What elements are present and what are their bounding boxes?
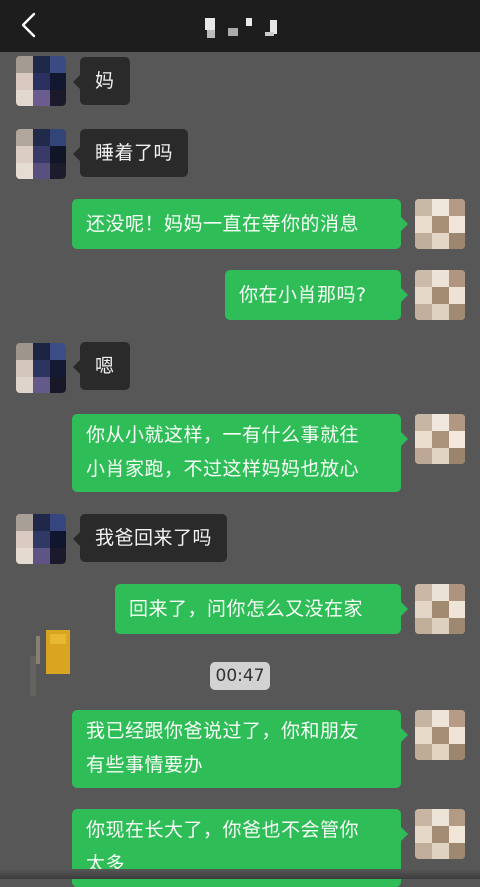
contact-name-obscured[interactable] [180, 16, 300, 40]
incoming-message[interactable]: 睡着了吗 [72, 129, 189, 177]
incoming-message[interactable]: 妈 [73, 57, 130, 105]
message-timestamp: 00:47 [210, 662, 270, 690]
outgoing-message[interactable]: 回来了，问你怎么又没在家 [115, 584, 408, 634]
my-avatar[interactable] [415, 199, 465, 249]
sticker-image[interactable] [30, 628, 75, 708]
outgoing-message[interactable]: 我已经跟你爸说过了，你和朋友 有些事情要办 [72, 710, 408, 788]
contact-avatar[interactable] [16, 129, 66, 179]
my-avatar[interactable] [415, 414, 465, 464]
chevron-left-icon [21, 12, 36, 38]
chat-header [0, 0, 480, 52]
incoming-message[interactable]: 我爸回来了吗 [72, 514, 228, 562]
contact-avatar[interactable] [16, 343, 66, 393]
outgoing-message[interactable]: 你在小肖那吗? [225, 270, 408, 320]
outgoing-message[interactable]: 你从小就这样，一有什么事就往 小肖家跑，不过这样妈妈也放心 [72, 414, 408, 492]
contact-avatar[interactable] [16, 514, 66, 564]
contact-avatar[interactable] [16, 56, 66, 106]
incoming-message[interactable]: 嗯 [73, 342, 130, 390]
bottom-edge [0, 869, 480, 879]
my-avatar[interactable] [415, 584, 465, 634]
my-avatar[interactable] [415, 710, 465, 760]
outgoing-message[interactable]: 还没呢！妈妈一直在等你的消息 [72, 199, 408, 249]
back-button[interactable] [16, 10, 44, 40]
my-avatar[interactable] [415, 809, 465, 859]
my-avatar[interactable] [415, 270, 465, 320]
